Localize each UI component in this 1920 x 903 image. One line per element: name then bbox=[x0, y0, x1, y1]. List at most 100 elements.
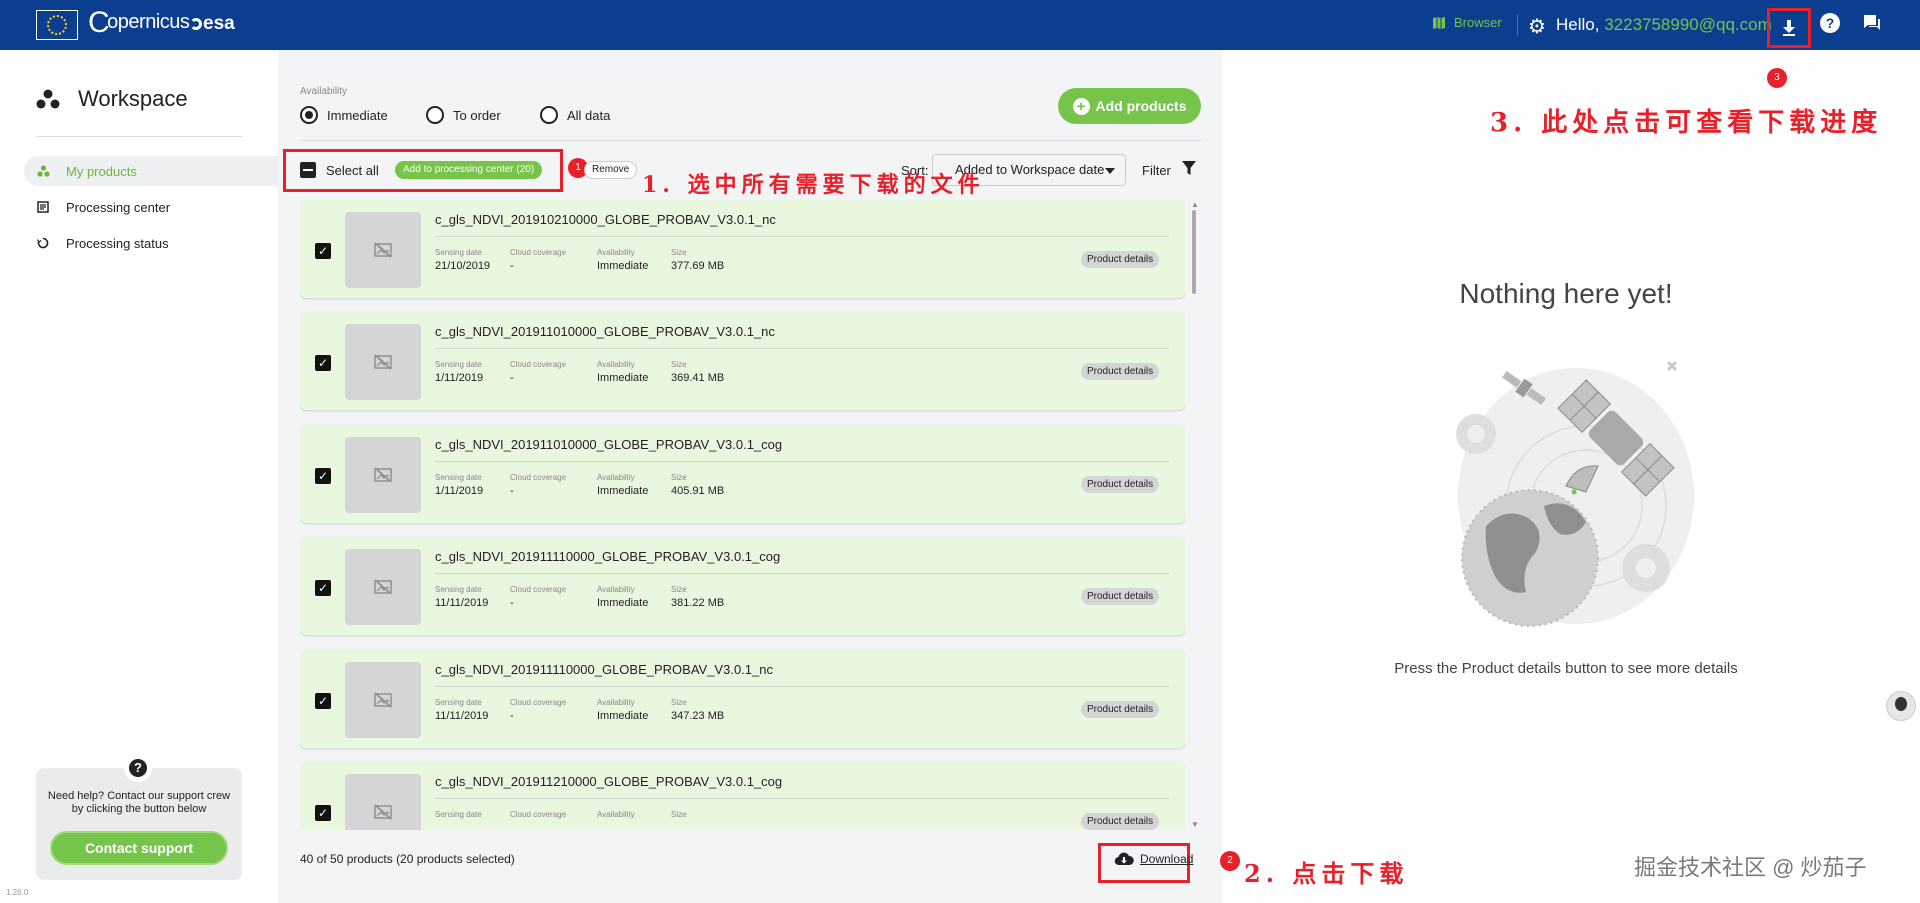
user-greeting[interactable]: Hello, 3223758990@qq.com bbox=[1556, 15, 1772, 35]
help-icon[interactable]: ? bbox=[1820, 13, 1840, 33]
satellite-illustration bbox=[1456, 360, 1694, 627]
product-checkbox[interactable]: ✓ bbox=[315, 693, 331, 709]
empty-state-title: Nothing here yet! bbox=[1459, 278, 1673, 309]
browser-link[interactable]: Browser bbox=[1432, 15, 1502, 30]
product-details-button[interactable]: Product details bbox=[1081, 588, 1160, 605]
cloud-coverage-field: Cloud coverage bbox=[510, 810, 567, 819]
annotation-badge-2: 2 bbox=[1220, 851, 1240, 871]
product-checkbox[interactable]: ✓ bbox=[315, 805, 331, 821]
workspace-heading: Workspace bbox=[36, 86, 188, 112]
product-name: c_gls_NDVI_201911010000_GLOBE_PROBAV_V3.… bbox=[435, 437, 783, 452]
radio-label: To order bbox=[453, 107, 501, 123]
sensing-date-field: Sensing date bbox=[435, 810, 482, 819]
add-to-processing-button[interactable]: Add to processing center (20) bbox=[395, 161, 543, 179]
product-details-button[interactable]: Product details bbox=[1081, 363, 1160, 380]
sidebar-item-processing-center[interactable]: Processing center bbox=[24, 192, 278, 222]
product-name: c_gls_NDVI_201911010000_GLOBE_PROBAV_V3.… bbox=[435, 324, 775, 339]
divider bbox=[300, 140, 1201, 141]
product-card[interactable]: ✓ c_gls_NDVI_201911110000_GLOBE_PROBAV_V… bbox=[300, 537, 1185, 635]
version-label: 1.26.0 bbox=[6, 888, 29, 897]
question-icon: ? bbox=[124, 754, 152, 782]
product-checkbox[interactable]: ✓ bbox=[315, 580, 331, 596]
esa-logo[interactable]: esa bbox=[190, 13, 235, 35]
availability-label: Availability bbox=[300, 86, 348, 97]
dots-icon bbox=[36, 164, 50, 178]
radio-indicator bbox=[540, 106, 558, 124]
divider bbox=[435, 686, 1169, 687]
annotation-note-2: 2. 点击下载 bbox=[1244, 859, 1409, 888]
remove-button[interactable]: Remove bbox=[584, 161, 638, 179]
cloud-download-icon bbox=[1114, 852, 1134, 866]
sidebar-item-label: Processing center bbox=[66, 199, 171, 215]
help-text: Need help? Contact our support crew by c… bbox=[47, 790, 231, 815]
divider bbox=[435, 798, 1169, 799]
product-details-button[interactable]: Product details bbox=[1081, 813, 1160, 830]
product-count: 40 of 50 products (20 products selected) bbox=[300, 852, 515, 866]
greeting-text: Hello, bbox=[1556, 15, 1600, 34]
size-field: Size 369.41 MB bbox=[671, 360, 725, 384]
filter-icon[interactable] bbox=[1182, 160, 1196, 181]
download-button[interactable]: Download bbox=[1114, 852, 1193, 866]
image-placeholder-icon bbox=[345, 549, 421, 625]
annotation-note-1: 1. 选中所有需要下载的文件 bbox=[642, 172, 985, 198]
product-details-button[interactable]: Product details bbox=[1081, 251, 1160, 268]
availability-field: Availability Immediate bbox=[597, 248, 649, 272]
help-box: ? Need help? Contact our support crew by… bbox=[36, 754, 242, 880]
radio-all-data[interactable]: All data bbox=[540, 106, 610, 124]
image-placeholder-icon bbox=[345, 662, 421, 738]
divider bbox=[435, 236, 1169, 237]
radio-immediate[interactable]: Immediate bbox=[300, 106, 388, 124]
checkbox-indeterminate-icon bbox=[300, 162, 316, 178]
product-card[interactable]: ✓ c_gls_NDVI_201911010000_GLOBE_PROBAV_V… bbox=[300, 312, 1185, 410]
product-details-button[interactable]: Product details bbox=[1081, 701, 1160, 718]
scrollbar-thumb[interactable] bbox=[1192, 210, 1196, 294]
status-icon bbox=[36, 236, 50, 250]
chat-icon[interactable] bbox=[1862, 14, 1882, 37]
product-card[interactable]: ✓ c_gls_NDVI_201911210000_GLOBE_PROBAV_V… bbox=[300, 762, 1185, 830]
product-checkbox[interactable]: ✓ bbox=[315, 468, 331, 484]
sensing-date-field: Sensing date 11/11/2019 bbox=[435, 585, 489, 609]
product-details-button[interactable]: Product details bbox=[1081, 476, 1160, 493]
sidebar-item-processing-status[interactable]: Processing status bbox=[24, 228, 278, 258]
sensing-date-field: Sensing date 1/11/2019 bbox=[435, 360, 484, 384]
downloads-button[interactable] bbox=[1767, 8, 1811, 48]
browser-label: Browser bbox=[1454, 15, 1502, 30]
processing-icon bbox=[36, 200, 50, 214]
contact-support-button[interactable]: Contact support bbox=[50, 831, 228, 865]
annotation-note-3: 3. 此处点击可查看下载进度 bbox=[1490, 108, 1883, 138]
watermark: 掘金技术社区 @ 炒茄子 bbox=[1634, 855, 1867, 880]
sensing-date-field: Sensing date 1/11/2019 bbox=[435, 473, 484, 497]
image-placeholder-icon bbox=[345, 212, 421, 288]
availability-field: Availability Immediate bbox=[597, 698, 649, 722]
select-all-label: Select all bbox=[326, 162, 379, 178]
product-card[interactable]: ✓ c_gls_NDVI_201911110000_GLOBE_PROBAV_V… bbox=[300, 650, 1185, 748]
product-checkbox[interactable]: ✓ bbox=[315, 355, 331, 371]
product-card[interactable]: ✓ c_gls_NDVI_201910210000_GLOBE_PROBAV_V… bbox=[300, 200, 1185, 298]
assistant-avatar[interactable] bbox=[1886, 691, 1916, 721]
divider bbox=[36, 136, 242, 137]
sidebar-item-label: My products bbox=[66, 163, 137, 179]
size-field: Size 347.23 MB bbox=[671, 698, 725, 722]
product-checkbox[interactable]: ✓ bbox=[315, 243, 331, 259]
eu-flag-logo bbox=[36, 10, 78, 40]
scrollbar[interactable] bbox=[1189, 200, 1199, 830]
size-field: Size bbox=[671, 810, 687, 819]
copernicus-logo[interactable]: Copernicus bbox=[88, 8, 190, 38]
filter-label[interactable]: Filter bbox=[1142, 163, 1171, 178]
scroll-down-icon[interactable]: ▼ bbox=[1191, 820, 1199, 829]
divider bbox=[435, 348, 1169, 349]
empty-state-subtitle: Press the Product details button to see … bbox=[1394, 660, 1738, 677]
scroll-up-icon[interactable]: ▲ bbox=[1191, 200, 1199, 209]
product-card[interactable]: ✓ c_gls_NDVI_201911010000_GLOBE_PROBAV_V… bbox=[300, 425, 1185, 523]
radio-to-order[interactable]: To order bbox=[426, 106, 501, 124]
size-field: Size 405.91 MB bbox=[671, 473, 725, 497]
add-products-button[interactable]: + Add products bbox=[1058, 88, 1201, 124]
gear-icon[interactable]: ⚙ bbox=[1528, 14, 1546, 39]
availability-field: Availability Immediate bbox=[597, 585, 649, 609]
product-list[interactable]: ✓ c_gls_NDVI_201910210000_GLOBE_PROBAV_V… bbox=[300, 200, 1185, 830]
select-all-checkbox[interactable]: Select all bbox=[300, 162, 379, 178]
sidebar: Workspace My products Processing center … bbox=[0, 50, 278, 903]
product-name: c_gls_NDVI_201911110000_GLOBE_PROBAV_V3.… bbox=[435, 662, 773, 677]
sidebar-item-my-products[interactable]: My products bbox=[24, 156, 278, 186]
sensing-date-field: Sensing date 11/11/2019 bbox=[435, 698, 489, 722]
